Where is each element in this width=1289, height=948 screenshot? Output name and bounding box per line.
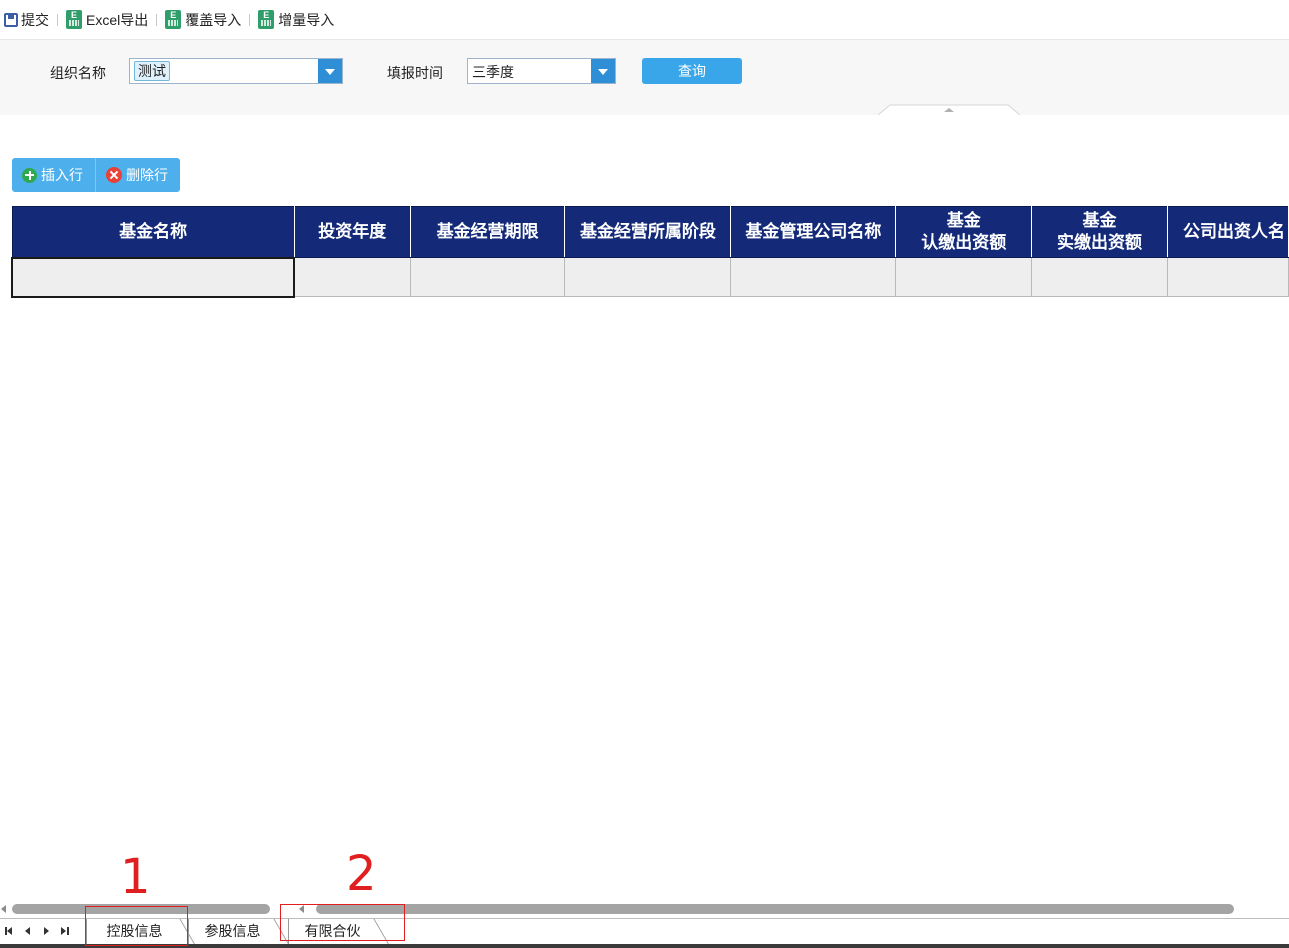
sheet-nav xyxy=(4,925,70,937)
grid-cell[interactable] xyxy=(293,257,411,297)
grid-horizontal-scrollbar[interactable] xyxy=(282,901,1282,917)
excel-export-button[interactable]: E Excel导出 xyxy=(62,8,152,32)
toolbar-separator xyxy=(57,13,58,26)
column-header: 基金 实缴出资额 xyxy=(1031,206,1168,258)
table-row xyxy=(10,256,1289,298)
fund-grid: 基金名称 投资年度 基金经营期限 基金经营所属阶段 基金管理公司名称 基金 认缴出… xyxy=(10,206,1289,298)
toolbar: 提交 E Excel导出 E 覆盖导入 E 增量导入 xyxy=(0,0,1289,40)
column-header: 基金管理公司名称 xyxy=(730,206,897,258)
grid-cell[interactable] xyxy=(1166,257,1289,297)
toolbar-separator xyxy=(156,13,158,26)
excel-icon: E xyxy=(258,10,275,29)
report-period-combo[interactable]: 三季度 xyxy=(467,58,616,84)
grid-cell[interactable] xyxy=(10,256,296,298)
org-name-combo[interactable]: 测试 xyxy=(129,58,343,84)
row-action-group: 插入行 删除行 xyxy=(12,158,180,192)
grid-cell[interactable] xyxy=(564,257,732,297)
bottom-edge xyxy=(0,944,1289,948)
annotation-box-1 xyxy=(85,906,188,946)
prev-sheet-icon[interactable] xyxy=(22,925,34,937)
submit-button[interactable]: 提交 xyxy=(0,8,53,32)
sheet-tab-bar: 控股信息 参股信息 有限合伙 xyxy=(0,918,1289,945)
scroll-left-icon[interactable] xyxy=(0,904,8,914)
plus-icon xyxy=(22,167,37,183)
submit-label: 提交 xyxy=(21,11,49,28)
grid-cell[interactable] xyxy=(409,257,566,297)
column-header: 基金名称 xyxy=(11,206,295,258)
dropdown-arrow-icon[interactable] xyxy=(318,59,342,83)
delete-icon xyxy=(106,167,122,183)
delete-row-label: 删除行 xyxy=(126,167,168,183)
scroll-thumb[interactable] xyxy=(316,904,1234,914)
org-name-value: 测试 xyxy=(134,61,170,81)
first-sheet-icon[interactable] xyxy=(4,925,16,937)
column-header: 基金经营所属阶段 xyxy=(564,206,732,258)
insert-row-button[interactable]: 插入行 xyxy=(12,158,95,192)
column-header: 基金经营期限 xyxy=(409,206,566,258)
grid-cell[interactable] xyxy=(730,257,897,297)
incremental-import-button[interactable]: E 增量导入 xyxy=(254,8,338,32)
annotation-marker-2: 2 xyxy=(346,846,377,902)
dropdown-arrow-icon[interactable] xyxy=(591,59,615,83)
grid-cell[interactable] xyxy=(895,257,1033,297)
report-period-label: 填报时间 xyxy=(387,65,443,81)
grid-cell[interactable] xyxy=(1031,257,1168,297)
excel-icon: E xyxy=(165,10,182,29)
column-header: 基金 认缴出资额 xyxy=(895,206,1033,258)
org-name-label: 组织名称 xyxy=(50,65,106,81)
sheet-tab-participating[interactable]: 参股信息 xyxy=(188,919,276,945)
insert-row-label: 插入行 xyxy=(41,167,83,183)
grid-header-row: 基金名称 投资年度 基金经营期限 基金经营所属阶段 基金管理公司名称 基金 认缴出… xyxy=(11,206,1289,258)
overwrite-import-label: 覆盖导入 xyxy=(185,11,242,28)
overwrite-import-button[interactable]: E 覆盖导入 xyxy=(161,8,245,32)
excel-icon: E xyxy=(66,10,82,29)
save-icon xyxy=(4,12,18,27)
column-header: 投资年度 xyxy=(293,206,411,258)
toolbar-separator xyxy=(249,13,251,26)
next-sheet-icon[interactable] xyxy=(40,925,52,937)
last-sheet-icon[interactable] xyxy=(58,925,70,937)
report-fill-page: 提交 E Excel导出 E 覆盖导入 E 增量导入 组织名称 测试 填报时间 … xyxy=(0,0,1289,948)
excel-export-label: Excel导出 xyxy=(86,11,149,28)
incremental-import-label: 增量导入 xyxy=(278,11,335,28)
annotation-marker-1: 1 xyxy=(120,849,151,905)
query-button[interactable]: 查询 xyxy=(642,58,742,84)
filter-panel: 组织名称 测试 填报时间 三季度 查询 xyxy=(0,40,1289,115)
delete-row-button[interactable]: 删除行 xyxy=(95,158,180,192)
annotation-box-2 xyxy=(280,904,405,941)
collapse-handle-icon[interactable] xyxy=(878,104,1020,115)
column-header: 公司出资人名 xyxy=(1166,206,1289,258)
report-period-value: 三季度 xyxy=(472,64,514,80)
